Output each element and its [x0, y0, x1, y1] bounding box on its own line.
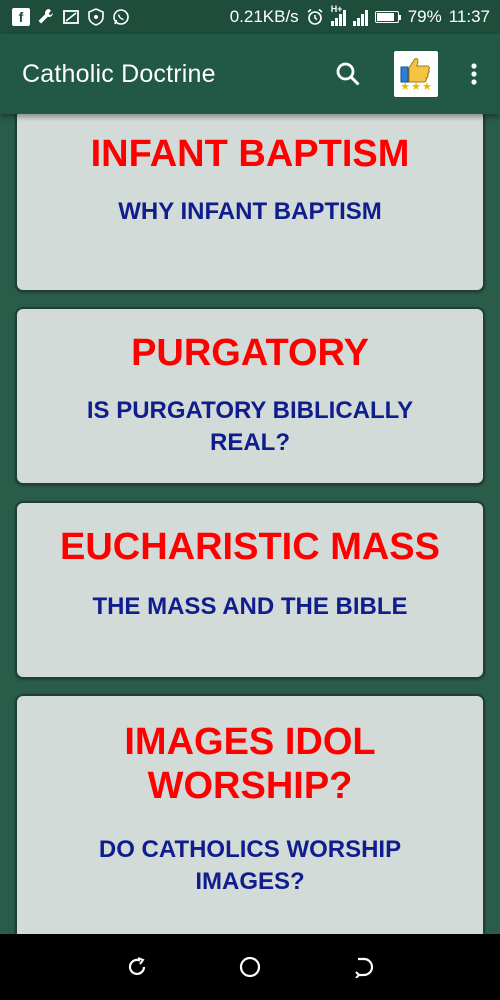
- network-speed: 0.21KB/s: [229, 7, 299, 26]
- doctrine-card[interactable]: PURGATORY IS PURGATORY BIBLICALLY REAL?: [15, 307, 485, 485]
- star-icon: ★: [421, 80, 432, 93]
- status-left-icons: f: [12, 8, 130, 26]
- more-options-button[interactable]: [462, 52, 486, 96]
- clock: 11:37: [448, 7, 490, 26]
- card-subtitle: WHY INFANT BAPTISM: [118, 198, 382, 225]
- more-vert-icon: [471, 63, 477, 85]
- card-subtitle: IS PURGATORY BIBLICALLY REAL?: [86, 397, 414, 456]
- battery-percent: 79%: [407, 7, 442, 26]
- thumbs-up-icon: [400, 57, 430, 82]
- doctrine-list[interactable]: INFANT BAPTISM WHY INFANT BAPTISM PURGAT…: [0, 114, 500, 934]
- card-title: PURGATORY: [131, 332, 369, 374]
- app-actions: ★ ★ ★: [326, 51, 486, 97]
- doctrine-card[interactable]: INFANT BAPTISM WHY INFANT BAPTISM: [15, 114, 485, 292]
- status-bar: f 0.21KB/s H+ 79% 11:37: [0, 0, 500, 34]
- doctrine-card[interactable]: IMAGES IDOL WORSHIP? DO CATHOLICS WORSHI…: [15, 694, 485, 934]
- card-title: INFANT BAPTISM: [90, 133, 410, 175]
- signal-icon: H+: [330, 4, 346, 26]
- recent-apps-icon: [128, 957, 145, 976]
- app-bar: Catholic Doctrine ★ ★ ★: [0, 34, 500, 114]
- shield-icon: [87, 8, 105, 26]
- back-icon: [355, 957, 374, 978]
- star-icon: ★: [411, 80, 421, 93]
- screenshot-icon: [62, 8, 80, 26]
- search-icon: [336, 62, 360, 86]
- rate-app-icon: ★ ★ ★: [394, 51, 438, 97]
- status-right-info: 0.21KB/s H+ 79% 11:37: [229, 4, 490, 27]
- alarm-icon: [306, 8, 324, 26]
- network-type: H+: [330, 4, 343, 14]
- rate-app-button[interactable]: ★ ★ ★: [394, 51, 438, 97]
- home-button[interactable]: [230, 947, 270, 987]
- battery-icon: [374, 11, 401, 23]
- app-title: Catholic Doctrine: [22, 59, 216, 88]
- whatsapp-icon: [112, 8, 130, 26]
- card-title: EUCHARISTIC MASS: [59, 526, 441, 568]
- recent-apps-button[interactable]: [117, 947, 157, 987]
- wrench-icon: [37, 8, 55, 26]
- rating-stars: ★ ★ ★: [400, 80, 432, 93]
- facebook-icon: f: [12, 8, 30, 26]
- card-title: IMAGES IDOL WORSHIP?: [124, 721, 376, 807]
- system-nav-bar: [0, 934, 500, 1000]
- back-button[interactable]: [343, 947, 383, 987]
- home-icon: [239, 956, 261, 978]
- search-button[interactable]: [326, 52, 370, 96]
- signal-icon: [352, 8, 368, 26]
- star-icon: ★: [400, 80, 411, 93]
- card-subtitle: THE MASS AND THE BIBLE: [92, 593, 408, 620]
- card-subtitle: DO CATHOLICS WORSHIP IMAGES?: [98, 836, 402, 895]
- doctrine-card[interactable]: EUCHARISTIC MASS THE MASS AND THE BIBLE: [15, 501, 485, 679]
